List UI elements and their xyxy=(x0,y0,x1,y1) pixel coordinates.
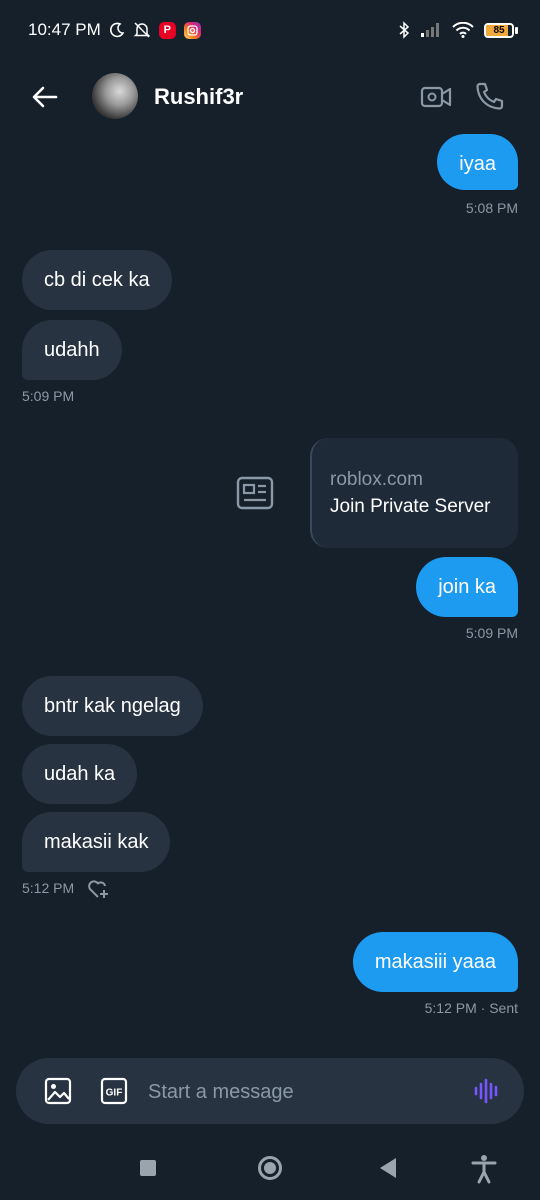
message-text: bntr kak ngelag xyxy=(44,695,181,717)
wifi-icon xyxy=(452,22,474,38)
message-bubble-incoming[interactable]: makasii kak xyxy=(22,812,171,872)
message-timestamp: 5:09 PM xyxy=(22,388,75,404)
back-triangle-icon[interactable] xyxy=(380,1158,396,1178)
image-icon[interactable] xyxy=(44,1077,72,1105)
message-bubble-incoming[interactable]: udahh xyxy=(22,320,122,380)
contact-name[interactable]: Rushif3r xyxy=(154,84,243,110)
message-text: cb di cek ka xyxy=(44,269,150,291)
phone-icon[interactable] xyxy=(474,80,506,112)
battery-cap xyxy=(515,26,518,34)
system-nav-bar xyxy=(0,1140,540,1200)
message-bubble-incoming[interactable]: udah ka xyxy=(22,744,138,804)
message-text: makasiii yaaa xyxy=(374,951,496,973)
recents-square-icon[interactable] xyxy=(140,1160,156,1176)
message-text: udahh xyxy=(44,339,100,361)
message-timestamp: 5:12 PM xyxy=(22,880,75,896)
bluetooth-icon xyxy=(398,21,410,39)
status-left: 10:47 PM P xyxy=(28,20,201,40)
battery-level: 85 xyxy=(493,24,505,36)
battery-body: 85 xyxy=(484,22,514,38)
message-text: join ka xyxy=(438,576,496,598)
message-bubble-incoming[interactable]: cb di cek ka xyxy=(22,250,172,310)
message-text: iyaa xyxy=(459,153,496,175)
instagram-icon xyxy=(183,21,201,39)
message-timestamp: 5:08 PM xyxy=(465,200,518,216)
battery-icon: 85 xyxy=(484,22,518,38)
message-bubble-outgoing[interactable]: makasiii yaaa xyxy=(352,932,518,992)
message-text: udah ka xyxy=(44,763,116,785)
message-input[interactable] xyxy=(146,1072,460,1112)
link-preview-card[interactable]: roblox.com Join Private Server xyxy=(310,438,518,548)
home-circle-icon[interactable] xyxy=(258,1156,282,1180)
signal-icon xyxy=(420,22,442,38)
avatar[interactable] xyxy=(92,73,138,119)
moon-icon xyxy=(109,22,125,38)
dm-conversation-screen: 10:47 PM P 85 Rushif3r iyaa 5:08 PM cb d… xyxy=(0,0,540,1200)
link-article-icon xyxy=(236,476,274,510)
video-call-icon[interactable] xyxy=(420,82,452,112)
back-arrow-icon[interactable] xyxy=(30,82,60,112)
accessibility-icon[interactable] xyxy=(470,1154,498,1184)
status-time: 10:47 PM xyxy=(28,20,101,39)
message-bubble-outgoing[interactable]: iyaa xyxy=(437,134,518,190)
link-domain: roblox.com xyxy=(330,469,423,490)
status-right: 85 xyxy=(398,21,518,39)
message-timestamp: 5:09 PM xyxy=(465,625,518,641)
status-bar: 10:47 PM P 85 xyxy=(0,0,540,60)
message-bubble-incoming[interactable]: bntr kak ngelag xyxy=(22,676,203,736)
bell-off-icon xyxy=(133,21,151,39)
message-timestamp-sent: 5:12 PM · Sent xyxy=(424,1000,518,1016)
link-title: Join Private Server xyxy=(330,496,491,517)
message-composer: GIF xyxy=(16,1058,524,1124)
pinterest-icon: P xyxy=(158,21,176,39)
message-bubble-outgoing[interactable]: join ka xyxy=(416,557,518,617)
gif-label: GIF xyxy=(106,1088,123,1099)
message-text: makasii kak xyxy=(44,831,149,853)
voice-message-icon[interactable] xyxy=(472,1076,502,1106)
add-reaction-heart-icon[interactable] xyxy=(86,877,110,901)
gif-icon[interactable]: GIF xyxy=(100,1077,128,1105)
conversation-header: Rushif3r xyxy=(0,66,540,126)
